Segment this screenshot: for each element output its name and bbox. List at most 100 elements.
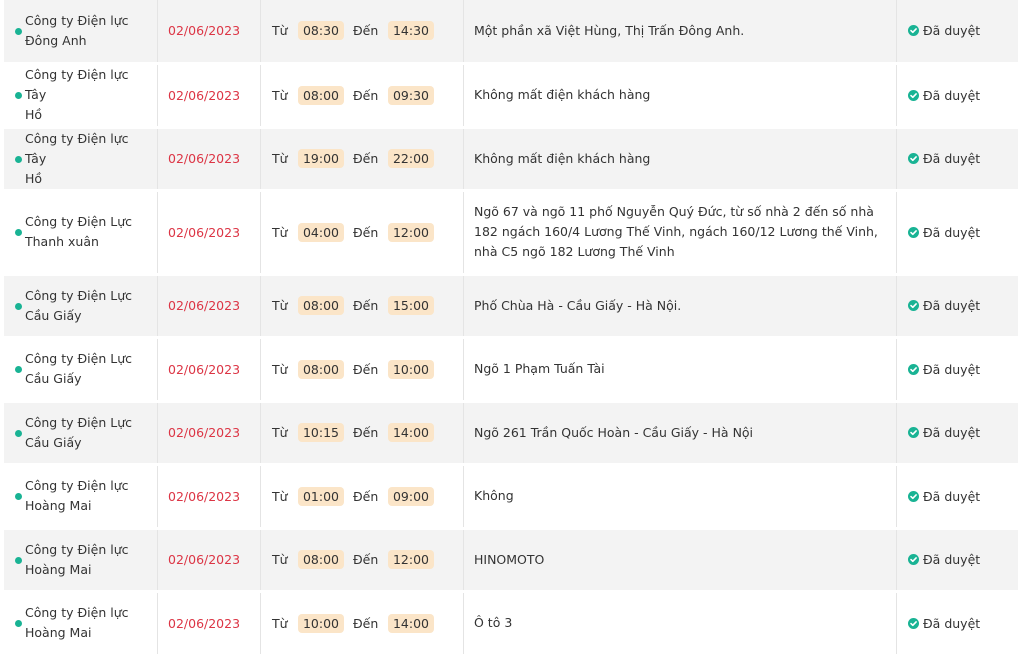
status-badge: Đã duyệt <box>923 87 981 103</box>
outage-area: Không mất điện khách hàng <box>474 87 651 102</box>
from-label: Từ <box>272 87 288 103</box>
table-row: Công ty Điện lực Hoàng Mai 02/06/2023 Từ 01:… <box>4 464 1018 530</box>
table-row: Công ty Điện Lực Thanh xuân 02/06/2023 Từ 04… <box>4 190 1018 276</box>
from-time: 08:00 <box>298 85 344 105</box>
status-cell: Đã duyệt <box>896 401 1018 466</box>
to-time: 12:00 <box>388 550 434 569</box>
from-time: 04:00 <box>298 222 344 242</box>
unit-name-line1: Công ty Điện lực Tây <box>25 130 129 166</box>
outage-area: Phố Chùa Hà - Cầu Giấy - Hà Nội. <box>474 297 682 313</box>
area-cell: Không mất điện khách hàng <box>463 127 897 192</box>
outage-date: 02/06/2023 <box>168 23 241 39</box>
unit-cell: Công ty Điện lực Hoàng Mai <box>4 528 158 593</box>
table-row: Công ty Điện lực Tây Hồ 02/06/2023 Từ 19:00 Đ… <box>4 127 1018 192</box>
unit-cell: Công ty Điện Lực Cầu Giấy <box>4 337 158 403</box>
outage-date: 02/06/2023 <box>168 552 241 567</box>
status-badge: Đã duyệt <box>923 298 981 313</box>
status-dot-icon <box>15 229 22 236</box>
to-time: 22:00 <box>388 149 434 168</box>
from-label: Từ <box>272 224 288 240</box>
table-row: Công ty Điện Lực Cầu Giấy 02/06/2023 Từ 10:1… <box>4 401 1018 466</box>
unit-name-line2: Hồ <box>25 107 43 122</box>
check-circle-icon <box>908 490 919 502</box>
check-circle-icon <box>908 25 919 37</box>
check-circle-icon <box>908 300 919 311</box>
to-time: 15:00 <box>388 296 434 315</box>
unit-name-line1: Công ty Điện Lực <box>25 214 132 229</box>
check-circle-icon <box>908 153 919 164</box>
unit-name-line2: Hoàng Mai <box>25 561 92 577</box>
to-time: 12:00 <box>388 222 434 242</box>
status-badge: Đã duyệt <box>923 425 981 440</box>
table-row: Công ty Điện lực Hoàng Mai 02/06/2023 Từ 08:… <box>4 528 1018 593</box>
from-label: Từ <box>272 552 288 567</box>
status-badge: Đã duyệt <box>923 361 981 377</box>
table-row: Công ty Điện Lực Cầu Giấy 02/06/2023 Từ 08:0… <box>4 274 1018 339</box>
status-cell: Đã duyệt <box>896 0 1018 65</box>
outage-date: 02/06/2023 <box>168 615 241 631</box>
table-row: Công ty Điện lực Đông Anh 02/06/2023 Từ 08:3… <box>4 0 1018 65</box>
status-cell: Đã duyệt <box>896 127 1018 192</box>
to-time: 09:30 <box>388 85 434 105</box>
area-cell: Ô tô 3 <box>463 591 897 657</box>
from-time: 01:00 <box>298 486 344 506</box>
status-dot-icon <box>15 92 22 99</box>
unit-name-line2: Cầu Giấy <box>25 434 82 450</box>
to-time: 14:00 <box>388 613 434 633</box>
status-badge: Đã duyệt <box>923 615 981 631</box>
outage-area: Ngõ 67 và ngõ 11 phố Nguyễn Quý Đức, từ … <box>474 204 878 259</box>
to-label: Đến <box>353 552 379 567</box>
date-cell: 02/06/2023 <box>157 337 261 403</box>
unit-name-line1: Công ty Điện Lực <box>25 287 132 303</box>
time-cell: Từ 08:30 Đến 14:30 <box>260 0 464 65</box>
check-circle-icon <box>908 363 919 375</box>
unit-name-line1: Công ty Điện lực <box>25 541 129 557</box>
to-label: Đến <box>353 361 379 377</box>
outage-area: Ô tô 3 <box>474 615 513 630</box>
from-time: 08:00 <box>298 550 344 569</box>
outage-date: 02/06/2023 <box>168 361 241 377</box>
area-cell: Không <box>463 464 897 530</box>
to-time: 14:00 <box>388 423 434 442</box>
outage-area: Ngõ 1 Phạm Tuấn Tài <box>474 361 605 376</box>
status-dot-icon <box>15 493 22 500</box>
area-cell: Ngõ 261 Trần Quốc Hoàn - Cầu Giấy - Hà N… <box>463 401 897 466</box>
unit-name-line2: Đông Anh <box>25 32 87 48</box>
area-cell: Ngõ 1 Phạm Tuấn Tài <box>463 337 897 403</box>
status-cell: Đã duyệt <box>896 591 1018 657</box>
outage-area: HINOMOTO <box>474 551 545 567</box>
status-dot-icon <box>15 27 22 35</box>
time-cell: Từ 10:00 Đến 14:00 <box>260 591 464 657</box>
from-time: 10:00 <box>298 613 344 633</box>
area-cell: Một phần xã Việt Hùng, Thị Trấn Đông Anh… <box>463 0 897 65</box>
to-label: Đến <box>353 23 379 39</box>
unit-cell: Công ty Điện lực Hoàng Mai <box>4 464 158 530</box>
time-cell: Từ 08:00 Đến 10:00 <box>260 337 464 403</box>
date-cell: 02/06/2023 <box>157 63 261 129</box>
unit-name-line2: Hoàng Mai <box>25 625 92 640</box>
unit-name-line1: Công ty Điện Lực <box>25 414 132 430</box>
time-cell: Từ 19:00 Đến 22:00 <box>260 127 464 192</box>
status-dot-icon <box>15 302 22 310</box>
unit-cell: Công ty Điện Lực Thanh xuân <box>4 190 158 276</box>
unit-name-line1: Công ty Điện lực <box>25 605 129 620</box>
date-cell: 02/06/2023 <box>157 0 261 65</box>
to-time: 10:00 <box>388 359 434 379</box>
outage-date: 02/06/2023 <box>168 488 241 504</box>
area-cell: Phố Chùa Hà - Cầu Giấy - Hà Nội. <box>463 274 897 339</box>
outage-date: 02/06/2023 <box>168 298 241 313</box>
table-row: Công ty Điện lực Hoàng Mai 02/06/2023 Từ 10:… <box>4 591 1018 657</box>
status-cell: Đã duyệt <box>896 337 1018 403</box>
check-circle-icon <box>908 89 919 101</box>
from-label: Từ <box>272 488 288 504</box>
time-cell: Từ 08:00 Đến 09:30 <box>260 63 464 129</box>
check-circle-icon <box>908 617 919 629</box>
unit-name-line2: Hoàng Mai <box>25 498 92 513</box>
to-time: 14:30 <box>388 21 434 41</box>
status-cell: Đã duyệt <box>896 63 1018 129</box>
to-label: Đến <box>353 425 379 440</box>
outage-area: Một phần xã Việt Hùng, Thị Trấn Đông Anh… <box>474 22 745 38</box>
status-cell: Đã duyệt <box>896 274 1018 339</box>
to-label: Đến <box>353 151 379 166</box>
status-cell: Đã duyệt <box>896 528 1018 593</box>
